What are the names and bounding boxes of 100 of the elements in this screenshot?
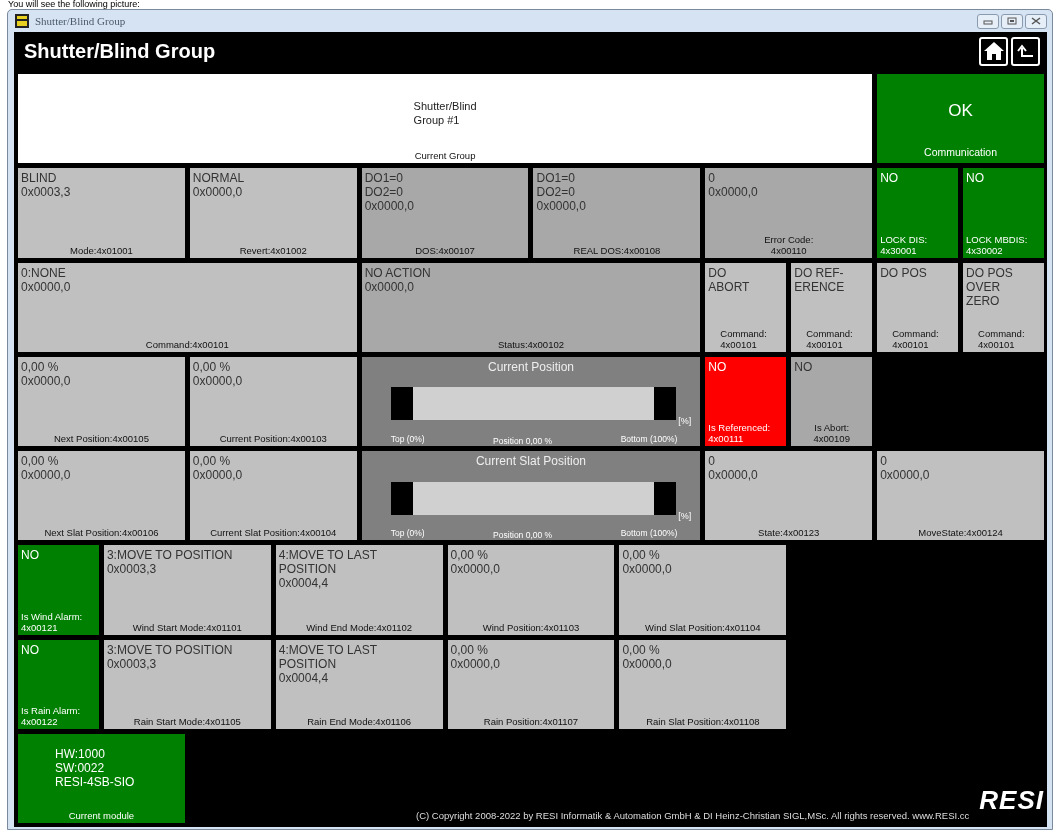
flag-value: NO <box>21 642 40 657</box>
command-button[interactable]: DO REF- ERENCE Command: 4x00101 <box>791 262 873 352</box>
register-value: 0,00 % <box>622 642 661 657</box>
bottom-label: Bottom (100%) <box>620 434 678 444</box>
raw-value: 0x0003,3 <box>106 562 158 577</box>
raw-value: 0x0004,4 <box>278 576 330 591</box>
register-value: NORMAL <box>192 171 246 186</box>
register-value: DO1=0 DO2=0 <box>536 171 576 200</box>
flag-caption: LOCK MBDIS: 4x30002 <box>966 233 1028 256</box>
register-caption: Status:4x00102 <box>497 338 564 350</box>
register-caption: Next Position:4x00105 <box>53 433 149 444</box>
raw-value: 0x0003,3 <box>106 656 158 671</box>
command-name: DO ABORT <box>708 265 751 294</box>
register-value: BLIND <box>21 171 58 186</box>
register-caption: Rain Start Mode:4x01105 <box>133 715 241 727</box>
flag-caption: Is Abort: 4x00109 <box>813 422 850 444</box>
raw-value: 0x0000,0 <box>450 562 501 577</box>
register-caption: Rain Position:4x01107 <box>483 715 579 727</box>
register-caption: State:4x00123 <box>758 527 820 539</box>
register-caption: Revert:4x01002 <box>239 244 307 256</box>
unit-label: [%] <box>678 416 692 427</box>
top-label: Top (0%) <box>390 528 425 539</box>
register-value: 3:MOVE TO POSITION <box>106 548 234 563</box>
panel-title: Current Slat Position <box>474 454 587 468</box>
status-value: OK <box>948 101 973 121</box>
raw-value: 0x0000,0 <box>21 279 72 294</box>
raw-value: 0x0000,0 <box>192 468 244 482</box>
flag-value: NO <box>708 359 728 374</box>
register-value: 0,00 % <box>21 454 60 468</box>
back-button[interactable] <box>1011 36 1040 66</box>
register-caption: Next Slat Position:4x00106 <box>44 527 159 539</box>
flag-caption: Is Wind Alarm: 4x00121 <box>21 610 83 633</box>
register-value: NO ACTION <box>364 265 432 280</box>
register-value: DO1=0 DO2=0 <box>364 171 404 200</box>
raw-value: 0x0003,3 <box>21 185 72 200</box>
register-value: 0,00 % <box>622 548 661 563</box>
flag-caption: Is Rain Alarm: 4x00122 <box>21 704 81 727</box>
module-caption: Current module <box>68 810 135 821</box>
group-name: Shutter/Blind Group #1 <box>413 99 477 127</box>
raw-value: 0x0000,0 <box>192 185 244 200</box>
raw-value: 0x0000,0 <box>21 373 72 388</box>
register-value: 0,00 % <box>192 454 232 468</box>
command-caption: Command: 4x00101 <box>720 327 767 350</box>
status-caption: Communication <box>924 147 998 159</box>
register-value: 0,00 % <box>450 548 489 563</box>
raw-value: 0x0000,0 <box>192 373 244 388</box>
return-arrow-icon <box>1016 43 1035 59</box>
close-icon <box>1031 17 1041 25</box>
maximize-icon <box>1007 17 1017 25</box>
register-caption: Wind Start Mode:4x01101 <box>132 621 242 633</box>
command-name: DO POS <box>880 265 928 280</box>
maximize-button[interactable] <box>1001 13 1023 29</box>
flag-value: NO <box>21 548 40 563</box>
flag-value: NO <box>966 171 986 186</box>
register-value: 0:NONE <box>21 265 67 280</box>
flag-caption: Is Referenced: 4x00111 <box>708 422 771 444</box>
raw-value: 0x0000,0 <box>21 468 72 482</box>
register-caption: DOS:4x00107 <box>415 244 475 256</box>
register-value: 0 <box>708 454 716 468</box>
register-value: 4:MOVE TO LAST POSITION <box>278 642 378 671</box>
command-button[interactable]: DO POS Command: 4x00101 <box>877 262 959 352</box>
bottom-label: Bottom (100%) <box>620 528 678 539</box>
raw-value: 0x0000,0 <box>364 199 416 214</box>
raw-value: 0x0000,0 <box>622 656 673 671</box>
flag-value: NO <box>794 359 814 374</box>
raw-value: 0x0000,0 <box>622 562 673 577</box>
home-button[interactable] <box>979 36 1008 66</box>
raw-value: 0x0004,4 <box>278 670 330 685</box>
minimize-icon <box>983 17 993 25</box>
close-button[interactable] <box>1025 13 1047 29</box>
flag-caption: LOCK DIS: 4x30001 <box>880 233 928 256</box>
command-caption: Command: 4x00101 <box>806 327 853 350</box>
window-title: Shutter/Blind Group <box>35 15 126 27</box>
register-caption: Error Code: 4x00110 <box>764 233 814 256</box>
command-name: DO REF- ERENCE <box>794 265 846 294</box>
register-caption: Command:4x00101 <box>145 338 229 350</box>
register-value: 4:MOVE TO LAST POSITION <box>278 548 378 577</box>
raw-value: 0x0000,0 <box>708 468 759 482</box>
position-reading: Position 0,00 % <box>493 530 553 541</box>
home-icon <box>982 41 1005 61</box>
command-button[interactable]: DO POS OVER ZERO Command: 4x00101 <box>963 262 1044 352</box>
top-label: Top (0%) <box>390 434 425 444</box>
caption-text: You will see the following picture: <box>7 0 141 9</box>
brand-logo: RESI <box>979 787 1044 813</box>
register-caption: Current Position:4x00103 <box>219 433 327 444</box>
register-value: 0 <box>880 454 888 468</box>
raw-value: 0x0000,0 <box>536 199 587 214</box>
register-value: 3:MOVE TO POSITION <box>106 642 234 657</box>
register-caption: Rain End Mode:4x01106 <box>307 715 412 727</box>
command-caption: Command: 4x00101 <box>892 327 939 350</box>
register-caption: Rain Slat Position:4x01108 <box>646 715 760 727</box>
page-title: Shutter/Blind Group <box>24 39 216 63</box>
command-caption: Command: 4x00101 <box>978 327 1025 350</box>
register-caption: Mode:4x01001 <box>70 244 133 256</box>
raw-value: 0x0000,0 <box>450 656 501 671</box>
register-value: 0,00 % <box>450 642 489 657</box>
register-caption: Current Slat Position:4x00104 <box>210 527 337 539</box>
register-caption: MoveState:4x00124 <box>918 527 1003 539</box>
command-button[interactable]: DO ABORT Command: 4x00101 <box>705 262 787 352</box>
copyright-text: (C) Copyright 2008-2022 by RESI Informatik & Automation GmbH & DI Heinz-Christian SIGL,MSc. All rights reserved. www.RESI.cc <box>416 810 970 821</box>
